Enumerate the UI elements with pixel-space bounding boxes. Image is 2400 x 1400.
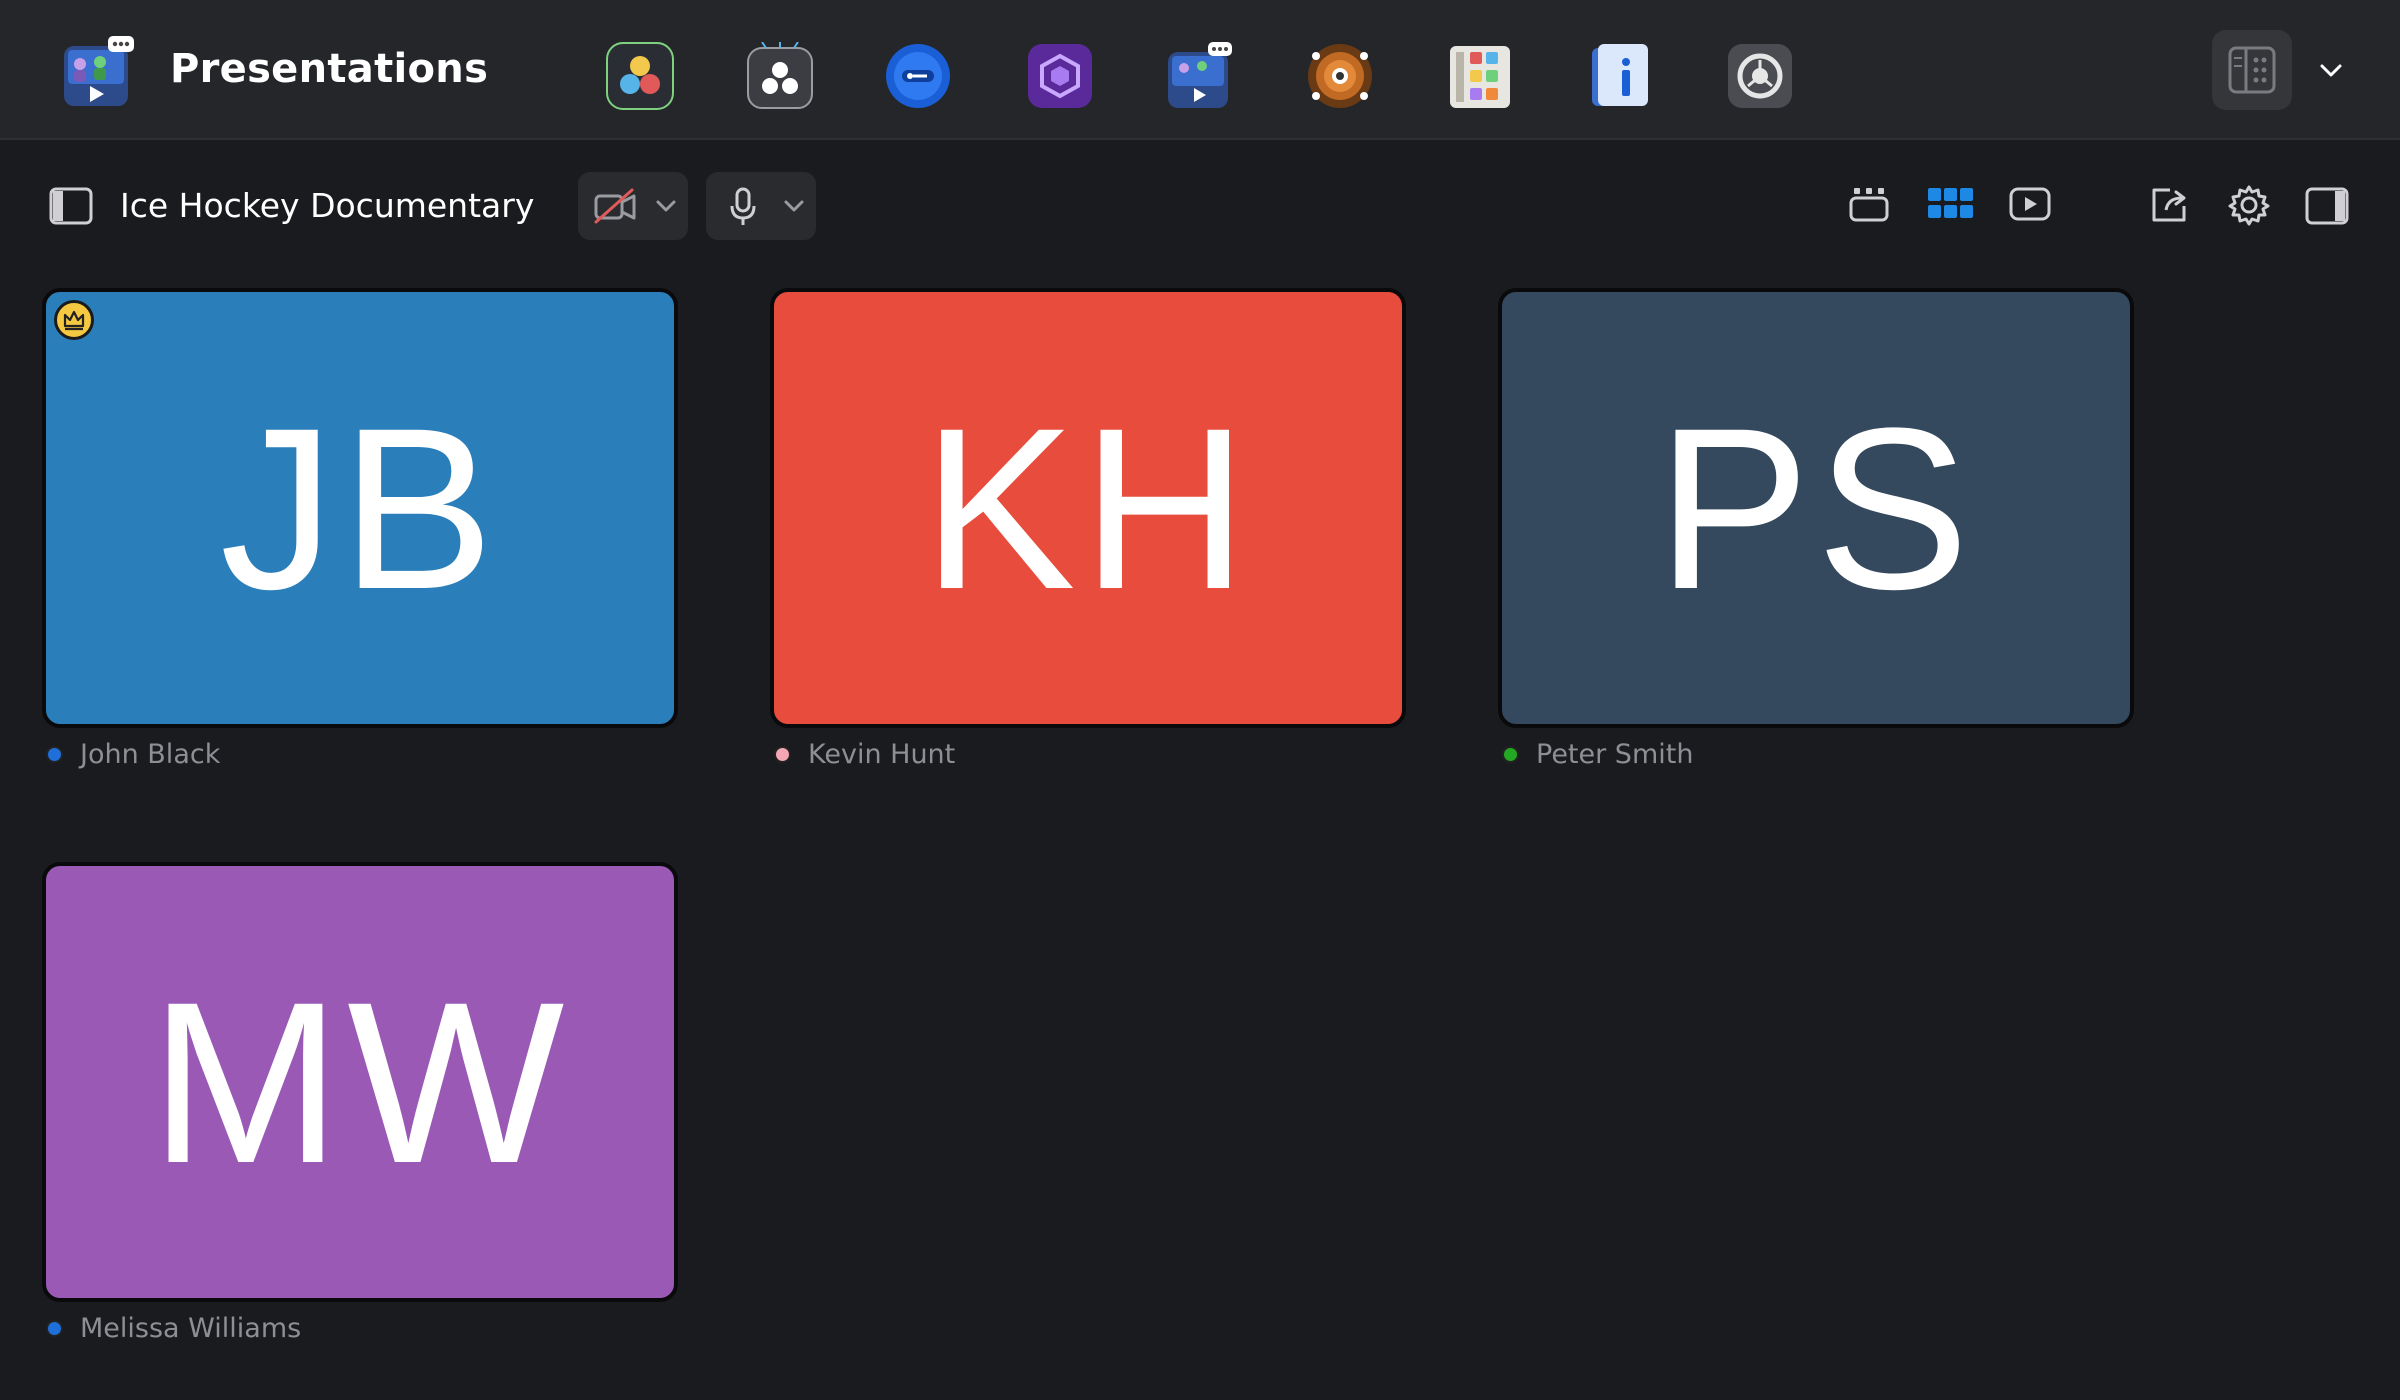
gear-icon[interactable] [2228,184,2270,230]
microphone-icon [730,187,756,225]
participant-name: John Black [80,738,221,770]
password-manager-icon[interactable] [884,42,952,110]
participant-name-row: Melissa Williams [46,1308,301,1348]
participant-tile-peter-smith[interactable]: PS [1498,288,2134,728]
system-settings-icon[interactable] [1726,42,1794,110]
share-icon[interactable] [2148,184,2192,228]
avatar-initials: MW [149,953,571,1211]
radar-app-icon[interactable] [1306,42,1374,110]
avatar-initials: JB [219,379,501,637]
hexagon-app-icon[interactable] [1026,42,1094,110]
participant-name: Kevin Hunt [808,738,956,770]
info-app-icon[interactable] [1586,42,1654,110]
participant-tile-kevin-hunt[interactable]: KH [770,288,1406,728]
meeting-title: Ice Hockey Documentary [120,186,535,225]
participant-tile-melissa-williams[interactable]: MW [42,862,678,1302]
chevron-down-icon[interactable] [2316,56,2346,86]
davinci-remote-icon[interactable] [746,42,814,110]
microphone-toggle-button[interactable] [706,172,816,240]
participant-name-row: John Black [46,734,220,774]
participant-name: Peter Smith [1536,738,1694,770]
toggle-left-sidebar-icon[interactable] [48,186,94,230]
grid-view-icon[interactable] [1928,188,1974,226]
status-indicator [46,1319,63,1337]
camera-toggle-button[interactable] [578,172,688,240]
davinci-resolve-icon[interactable] [606,42,674,110]
sidebar-apps-icon [2228,46,2276,94]
app-top-bar: Presentations [0,0,2400,140]
status-indicator [46,745,63,763]
presentations-app-logo-icon [60,36,136,112]
status-indicator [774,745,791,763]
presentation-view-icon[interactable] [2008,186,2052,226]
avatar-initials: PS [1656,379,1976,637]
app-title: Presentations [170,46,489,92]
speaker-view-icon[interactable] [1848,184,1890,228]
presentations-app-icon[interactable] [1166,42,1234,110]
sidebar-apps-button[interactable] [2212,30,2292,110]
participant-name: Melissa Williams [80,1312,302,1344]
avatar-initials: KH [922,379,1254,637]
color-grid-app-icon[interactable] [1446,42,1514,110]
participant-name-row: Kevin Hunt [774,734,955,774]
toggle-right-sidebar-icon[interactable] [2304,186,2350,230]
status-indicator [1502,745,1519,763]
microphone-options-chevron-icon[interactable] [782,196,806,216]
host-crown-icon [54,300,94,340]
participant-tile-john-black[interactable]: JB [42,288,678,728]
camera-off-icon [594,188,636,224]
participant-name-row: Peter Smith [1502,734,1693,774]
camera-options-chevron-icon[interactable] [654,196,678,216]
